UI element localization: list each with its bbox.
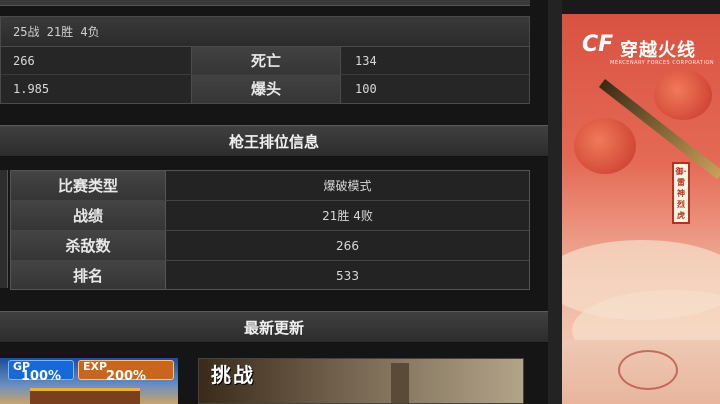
news-thumbnail-challenge[interactable]: 挑战 [198, 358, 524, 404]
stats-row: 1.985 爆头 100 [1, 75, 529, 103]
table-row: 比赛类型 爆破模式 [11, 171, 529, 201]
record-label: 战绩 [11, 201, 166, 230]
news-section-title: 最新更新 [0, 311, 548, 343]
weapon-name-plaque: 御·雷神烈虎 [672, 162, 690, 224]
table-row: 战绩 21胜 4败 [11, 201, 529, 231]
stats-row: 266 死亡 134 [1, 47, 529, 75]
table-row: 排名 533 [11, 261, 529, 289]
banner-top-strip [562, 0, 720, 14]
rank-label: 排名 [11, 261, 166, 289]
logo-cf-mark: CF [582, 32, 614, 57]
headshots-label: 爆头 [191, 75, 341, 103]
match-type-label: 比赛类型 [11, 171, 166, 200]
top-edge-divider [0, 0, 530, 6]
record-summary: 25战 21胜 4负 [1, 17, 529, 47]
kills-value: 266 [13, 54, 35, 68]
calligraphy-decoration [618, 350, 678, 390]
gp-value: 100% [20, 369, 62, 384]
stats-table: 25战 21胜 4负 266 死亡 134 1.985 爆头 100 [0, 16, 530, 104]
exp-bonus-badge: EXP 200% [78, 360, 174, 383]
gp-bonus-badge: GP 100% [8, 360, 74, 384]
panel-gutter [548, 0, 562, 404]
ranking-table: 比赛类型 爆破模式 战绩 21胜 4败 杀敌数 266 排名 533 [10, 170, 530, 290]
game-logo: CF 穿越火线 MERCENARY FORCES CORPORATION [582, 32, 716, 70]
logo-chinese-title: 穿越火线 [620, 40, 696, 61]
kills-count-value: 266 [336, 239, 359, 253]
rank-value: 533 [336, 269, 359, 283]
news-thumbnail-bonus[interactable]: GP 100% EXP 200% [0, 358, 178, 404]
match-type-value: 爆破模式 [323, 179, 372, 193]
promo-banner[interactable]: CF 穿越火线 MERCENARY FORCES CORPORATION 御·雷… [562, 0, 720, 404]
kills-label: 杀敌数 [11, 231, 166, 260]
kd-ratio-value: 1.985 [13, 82, 50, 96]
record-value: 21胜 4败 [322, 209, 373, 223]
logo-english-subtitle: MERCENARY FORCES CORPORATION [610, 60, 715, 66]
deaths-value: 134 [355, 54, 377, 68]
challenge-title: 挑战 [211, 363, 255, 387]
table-row: 杀敌数 266 [11, 231, 529, 261]
headshots-value: 100 [355, 82, 377, 96]
tower-image [391, 363, 409, 403]
lantern-icon [574, 118, 636, 174]
ranking-section-title: 枪王排位信息 [0, 125, 548, 157]
lantern-icon [654, 70, 712, 120]
left-edge-tab [0, 170, 8, 288]
deaths-label: 死亡 [191, 47, 341, 74]
pagoda-image [30, 388, 140, 404]
